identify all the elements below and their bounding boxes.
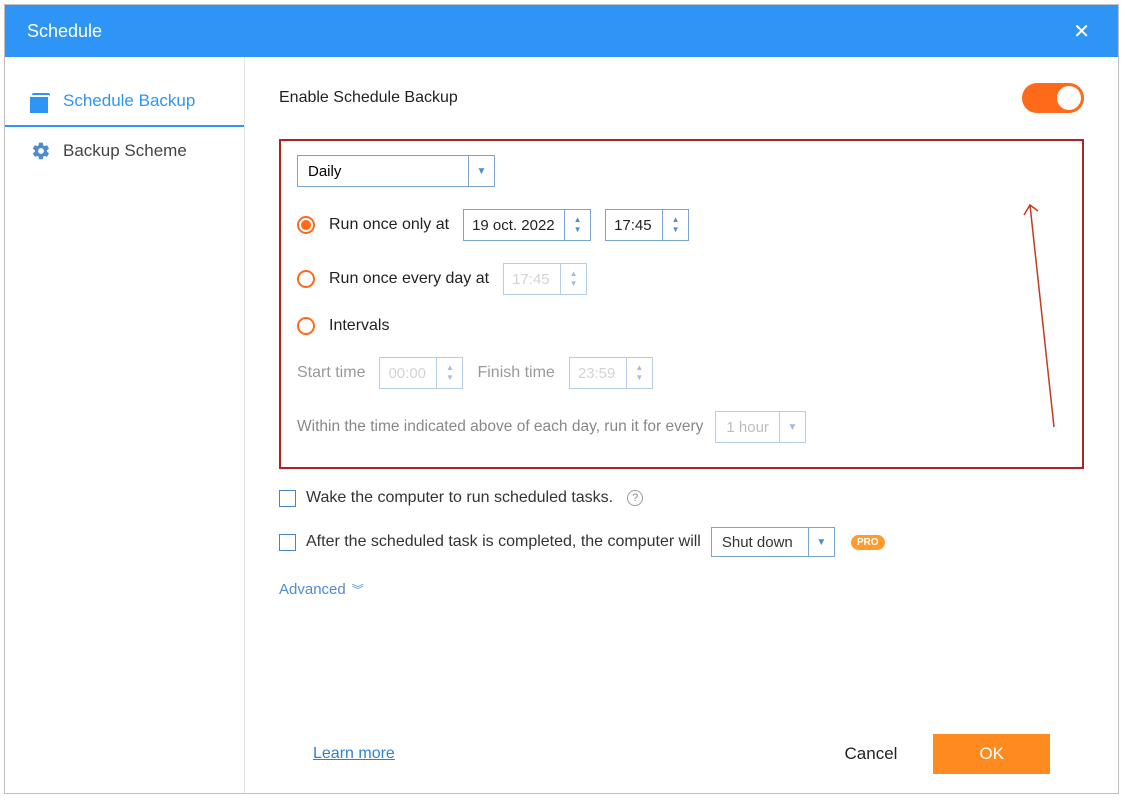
enable-row: Enable Schedule Backup (279, 83, 1084, 113)
finish-time-input[interactable]: ▲▼ (569, 357, 653, 389)
chevron-down-icon[interactable]: ▼ (468, 156, 494, 186)
checkbox-after[interactable] (279, 534, 296, 551)
dialog-title: Schedule (27, 21, 102, 42)
radio-run-once-only[interactable] (297, 216, 315, 234)
interval-time-row: Start time ▲▼ Finish time ▲▼ (297, 357, 1066, 389)
interval-every-row: Within the time indicated above of each … (297, 411, 1066, 443)
run-once-date-input[interactable]: ▲▼ (463, 209, 591, 241)
gear-icon (31, 141, 51, 161)
every-day-time-input[interactable]: ▲▼ (503, 263, 587, 295)
time-value[interactable] (606, 210, 662, 240)
chevron-down-icon[interactable]: ▼ (808, 528, 834, 556)
chevron-down-icon: ▼ (672, 226, 680, 234)
pro-badge: PRO (851, 535, 885, 550)
learn-more-link[interactable]: Learn more (313, 745, 395, 763)
spinner-buttons[interactable]: ▲▼ (626, 358, 652, 388)
calendar-icon (31, 91, 51, 111)
chevron-down-icon: ▼ (570, 280, 578, 288)
double-chevron-down-icon: ︾ (352, 581, 364, 598)
spinner-buttons[interactable]: ▲▼ (564, 210, 590, 240)
sidebar-item-label: Backup Scheme (63, 141, 187, 161)
option-intervals: Intervals (297, 317, 1066, 335)
check-label: After the scheduled task is completed, t… (306, 533, 701, 551)
enable-label: Enable Schedule Backup (279, 89, 458, 107)
annotation-box: Daily ▼ Run once only at ▲▼ ▲▼ (279, 139, 1084, 469)
chevron-up-icon: ▲ (672, 216, 680, 224)
ok-button[interactable]: OK (933, 734, 1050, 774)
dialog-body: Schedule Backup Backup Scheme Enable Sch… (5, 57, 1118, 793)
footer: Learn more Cancel OK (279, 715, 1084, 793)
option-run-every-day: Run once every day at ▲▼ (297, 263, 1066, 295)
within-text: Within the time indicated above of each … (297, 418, 703, 436)
chevron-up-icon: ▲ (574, 216, 582, 224)
enable-toggle[interactable] (1022, 83, 1084, 113)
help-icon[interactable]: ? (627, 490, 643, 506)
chevron-down-icon[interactable]: ▼ (779, 412, 805, 442)
schedule-dialog: Schedule ✕ Schedule Backup Backup Scheme (4, 4, 1119, 794)
after-action-dropdown[interactable]: Shut down ▼ (711, 527, 835, 557)
after-action-value: Shut down (712, 528, 808, 556)
radio-intervals[interactable] (297, 317, 315, 335)
finish-time-label: Finish time (477, 364, 554, 382)
chevron-down-icon: ▼ (635, 374, 643, 382)
chevron-down-icon: ▼ (574, 226, 582, 234)
date-value[interactable] (464, 210, 564, 240)
annotation-arrow (1020, 187, 1060, 437)
option-label: Run once every day at (329, 270, 489, 288)
start-time-input[interactable]: ▲▼ (379, 357, 463, 389)
time-value[interactable] (380, 358, 436, 388)
spinner-buttons[interactable]: ▲▼ (436, 358, 462, 388)
spinner-buttons[interactable]: ▲▼ (662, 210, 688, 240)
check-label: Wake the computer to run scheduled tasks… (306, 489, 613, 507)
titlebar: Schedule ✕ (5, 5, 1118, 57)
time-value[interactable] (570, 358, 626, 388)
advanced-link[interactable]: Advanced ︾ (279, 581, 1084, 598)
run-once-time-input[interactable]: ▲▼ (605, 209, 689, 241)
chevron-up-icon: ▲ (635, 364, 643, 372)
time-value[interactable] (504, 264, 560, 294)
radio-run-every-day[interactable] (297, 270, 315, 288)
frequency-dropdown[interactable]: Daily ▼ (297, 155, 495, 187)
spinner-buttons[interactable]: ▲▼ (560, 264, 586, 294)
option-label: Intervals (329, 317, 389, 335)
close-icon[interactable]: ✕ (1067, 13, 1096, 50)
checkbox-wake[interactable] (279, 490, 296, 507)
check-after-row: After the scheduled task is completed, t… (279, 527, 1084, 557)
advanced-label: Advanced (279, 581, 346, 598)
footer-right: Cancel OK (835, 734, 1050, 774)
cancel-button[interactable]: Cancel (835, 736, 908, 772)
chevron-up-icon: ▲ (570, 270, 578, 278)
option-label: Run once only at (329, 216, 449, 234)
chevron-down-icon: ▼ (446, 374, 454, 382)
check-wake-row: Wake the computer to run scheduled tasks… (279, 489, 1084, 507)
sidebar-item-backup-scheme[interactable]: Backup Scheme (5, 127, 244, 175)
main-panel: Enable Schedule Backup Daily ▼ Run once … (245, 57, 1118, 793)
option-run-once-only: Run once only at ▲▼ ▲▼ (297, 209, 1066, 241)
start-time-label: Start time (297, 364, 365, 382)
interval-every-value: 1 hour (716, 412, 779, 442)
chevron-up-icon: ▲ (446, 364, 454, 372)
frequency-value: Daily (298, 156, 468, 186)
interval-every-dropdown[interactable]: 1 hour ▼ (715, 411, 806, 443)
sidebar-item-schedule-backup[interactable]: Schedule Backup (5, 77, 244, 127)
sidebar-item-label: Schedule Backup (63, 91, 195, 111)
sidebar: Schedule Backup Backup Scheme (5, 57, 245, 793)
